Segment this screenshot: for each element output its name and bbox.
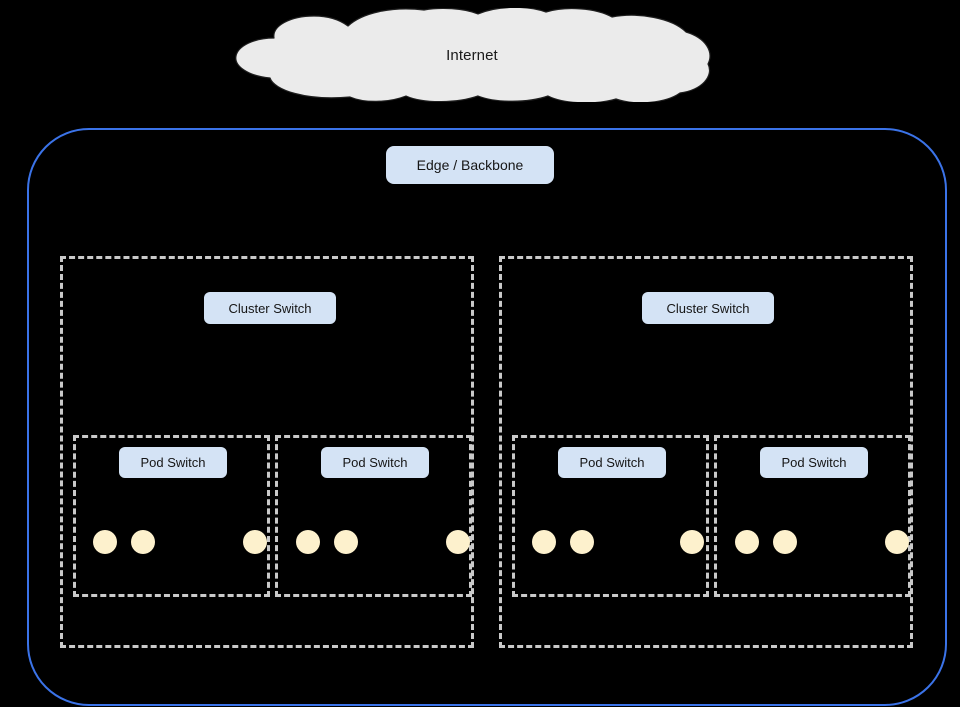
edge-backbone-node[interactable]: Edge / Backbone — [386, 146, 554, 184]
pod-switch-1-1[interactable]: Pod Switch — [119, 447, 227, 478]
pod-boundary-1-2: Pod Switch — [275, 435, 472, 597]
server-node[interactable] — [296, 530, 320, 554]
server-node[interactable] — [93, 530, 117, 554]
pod-boundary-2-1: Pod Switch — [512, 435, 709, 597]
server-node[interactable] — [446, 530, 470, 554]
cluster-switch-2[interactable]: Cluster Switch — [642, 292, 774, 324]
pod-switch-1-2[interactable]: Pod Switch — [321, 447, 429, 478]
pod-switch-2-1[interactable]: Pod Switch — [558, 447, 666, 478]
server-node[interactable] — [735, 530, 759, 554]
pod-boundary-2-2: Pod Switch — [714, 435, 911, 597]
cluster-boundary-1: Cluster Switch Pod Switch Pod Switch — [60, 256, 474, 648]
pod-boundary-1-1: Pod Switch — [73, 435, 270, 597]
internet-label: Internet — [446, 46, 498, 64]
server-node[interactable] — [570, 530, 594, 554]
server-node[interactable] — [334, 530, 358, 554]
diagram-canvas: Internet Edge / Backbone Cluster Switch … — [0, 0, 960, 720]
server-node[interactable] — [885, 530, 909, 554]
internet-cloud[interactable]: Internet — [228, 6, 716, 104]
cluster-boundary-2: Cluster Switch Pod Switch Pod Switch — [499, 256, 913, 648]
server-node[interactable] — [773, 530, 797, 554]
server-node[interactable] — [680, 530, 704, 554]
pod-switch-2-2[interactable]: Pod Switch — [760, 447, 868, 478]
server-node[interactable] — [243, 530, 267, 554]
server-node[interactable] — [131, 530, 155, 554]
cluster-switch-1[interactable]: Cluster Switch — [204, 292, 336, 324]
server-node[interactable] — [532, 530, 556, 554]
